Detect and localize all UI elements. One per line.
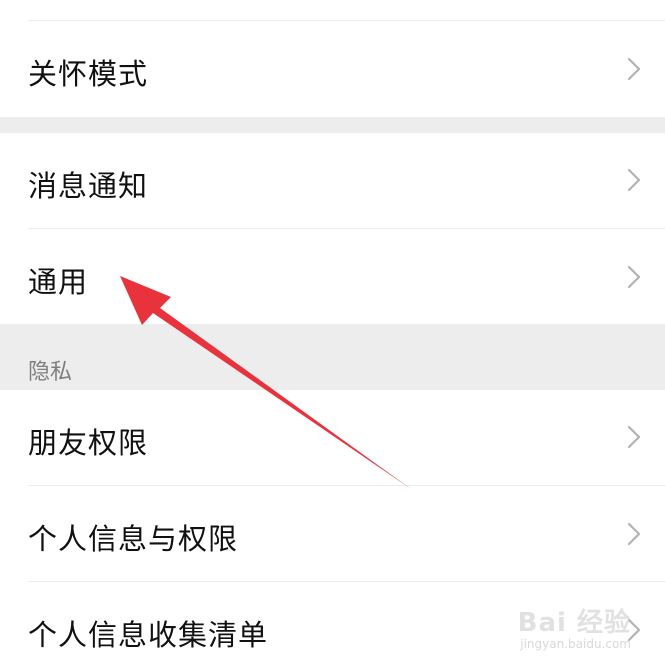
chevron-right-icon <box>627 425 641 449</box>
settings-item-label: 朋友权限 <box>28 426 149 460</box>
settings-item-label: 消息通知 <box>28 169 149 203</box>
settings-item-care-mode[interactable]: 关怀模式 <box>0 21 665 117</box>
settings-item-label: 个人信息收集清单 <box>28 618 269 652</box>
settings-page: 关怀模式 消息通知 通用 隐私 朋友权限 个人信息与权限 个人信息收集清单 Ba… <box>0 0 665 665</box>
chevron-right-icon <box>627 168 641 192</box>
section-gap <box>0 117 665 133</box>
chevron-right-icon <box>627 57 641 81</box>
chevron-right-icon <box>627 618 641 642</box>
settings-item-message-notifications[interactable]: 消息通知 <box>0 133 665 228</box>
settings-item-label: 关怀模式 <box>28 57 149 91</box>
privacy-section-header: 隐私 <box>0 324 665 390</box>
settings-item-friend-permissions[interactable]: 朋友权限 <box>0 390 665 485</box>
chevron-right-icon <box>627 522 641 546</box>
section-title: 隐私 <box>28 360 73 385</box>
settings-item-label: 个人信息与权限 <box>28 522 239 556</box>
settings-item-personal-info-collection-list[interactable]: 个人信息收集清单 <box>0 582 665 665</box>
settings-item-label: 通用 <box>28 265 89 299</box>
settings-item-personal-info-permissions[interactable]: 个人信息与权限 <box>0 486 665 581</box>
settings-item-general[interactable]: 通用 <box>0 229 665 324</box>
chevron-right-icon <box>627 265 641 289</box>
